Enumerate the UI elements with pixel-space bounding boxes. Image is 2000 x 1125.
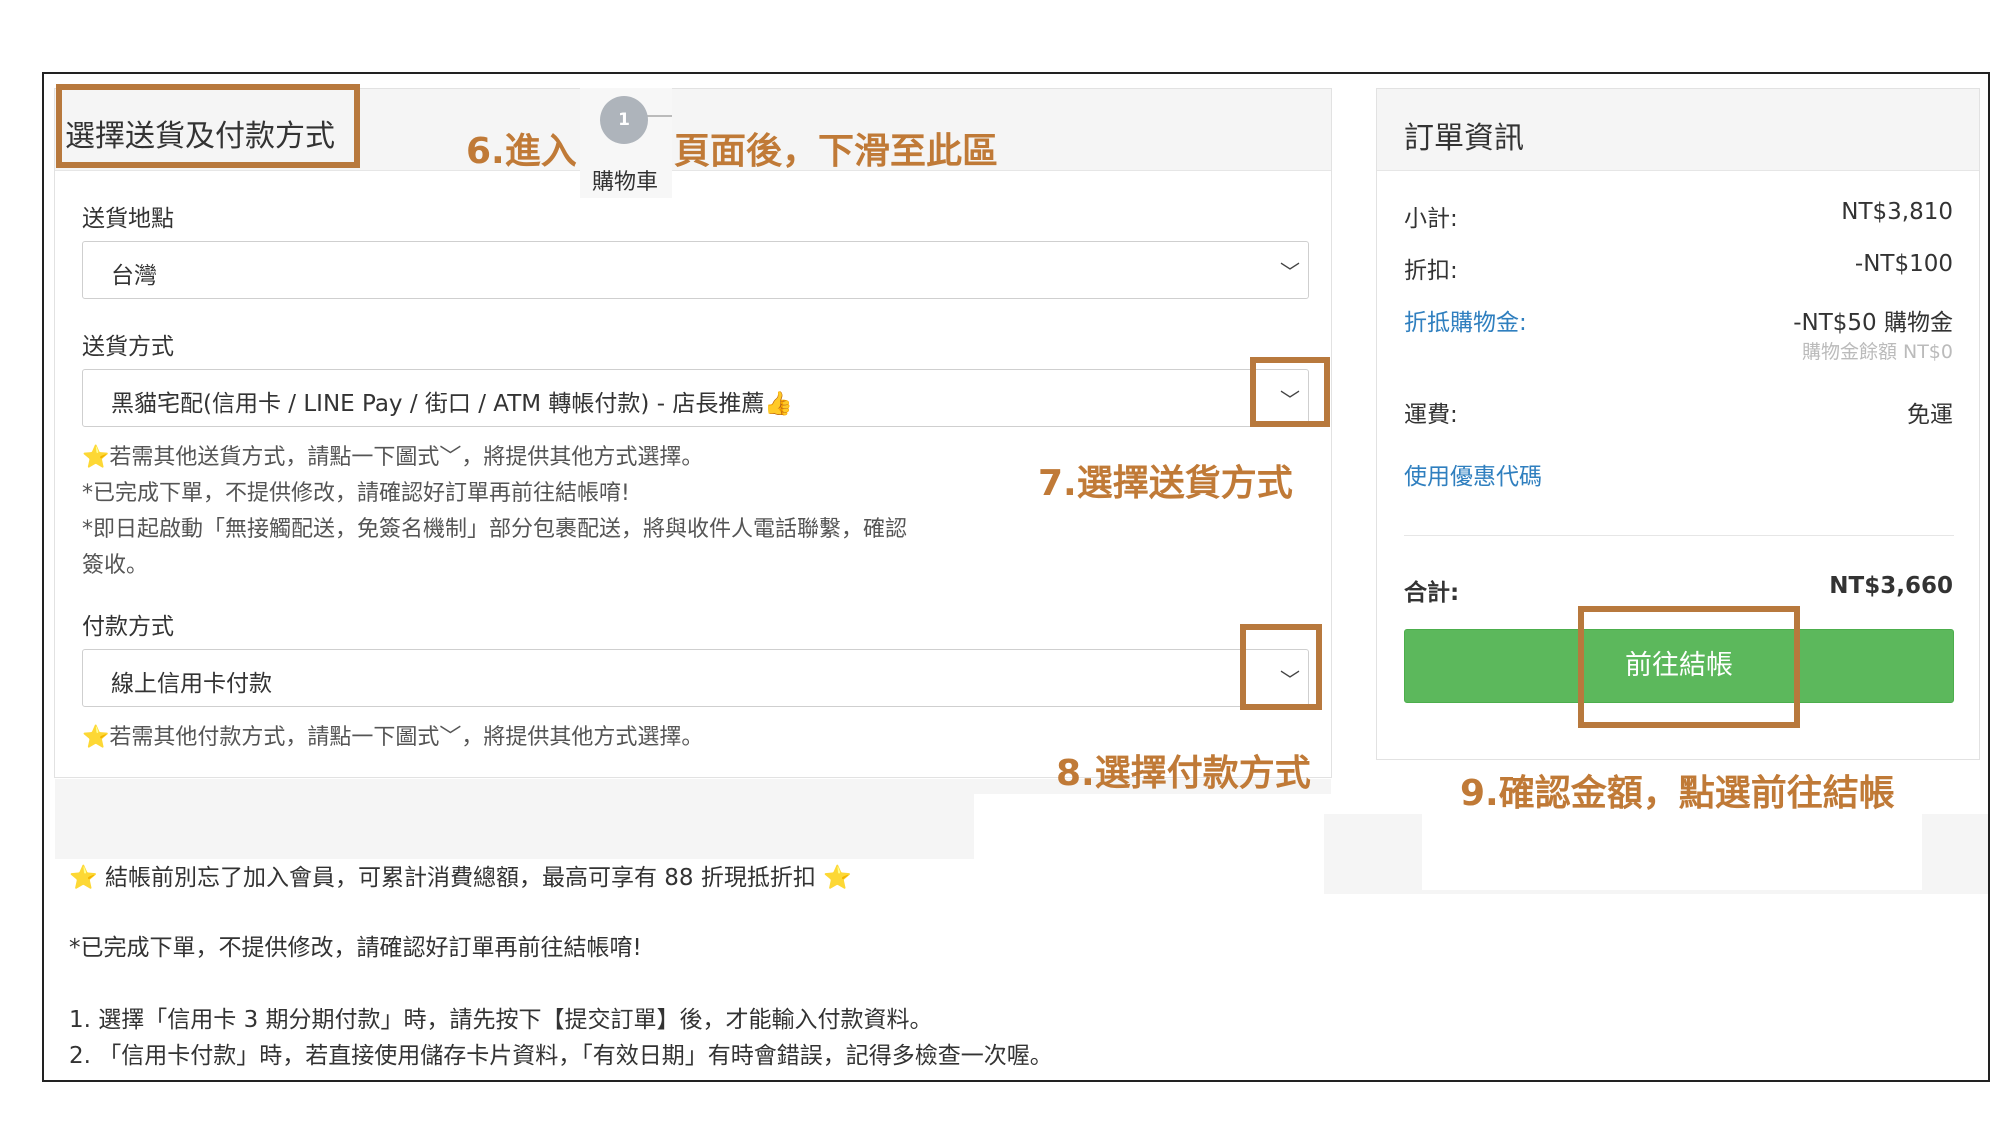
annotation-step8: 8.選擇付款方式: [1056, 753, 1311, 794]
shipping-location-select[interactable]: 台灣 ﹀: [82, 241, 1309, 299]
payment-method-select[interactable]: 線上信用卡付款 ﹀: [82, 649, 1309, 707]
annotation-step7: 7.選擇送貨方式: [1038, 463, 1293, 504]
highlight-payment-dropdown: [1240, 624, 1322, 710]
order-summary-header: 訂單資訊: [1377, 89, 1979, 171]
shipping-method-label: 送貨方式: [82, 334, 174, 360]
annotation-backdrop: [974, 794, 1354, 904]
chevron-down-icon[interactable]: ﹀: [1280, 256, 1300, 285]
member-note: ⭐ 結帳前別忘了加入會員，可累計消費總額，最高可享有 88 折現抵折扣 ⭐: [69, 865, 852, 891]
confirm-note: *已完成下單，不提供修改，請確認好訂單再前往結帳唷!: [69, 935, 642, 961]
store-credit-value: -NT$50 購物金: [1793, 310, 1953, 336]
shipping-location-label: 送貨地點: [82, 206, 174, 232]
shipping-method-select[interactable]: 黑貓宅配(信用卡 / LINE Pay / 街口 / ATM 轉帳付款) - 店…: [82, 369, 1309, 427]
shipping-note: ⭐若需其他送貨方式，請點一下圖式﹀，將提供其他方式選擇。: [82, 445, 704, 470]
subtotal-value: NT$3,810: [1841, 199, 1953, 225]
discount-value: -NT$100: [1854, 251, 1953, 277]
shipping-location-value: 台灣: [111, 263, 157, 289]
highlight-shipping-dropdown: [1250, 357, 1330, 427]
coupon-code-link[interactable]: 使用優惠代碼: [1404, 457, 1542, 491]
total-value: NT$3,660: [1829, 573, 1953, 599]
payment-method-label: 付款方式: [82, 614, 174, 640]
shipping-fee-value: 免運: [1907, 402, 1953, 428]
store-credit-label[interactable]: 折抵購物金:: [1404, 303, 1527, 337]
subtotal-label: 小計:: [1404, 206, 1458, 232]
annotation-step9: 9.確認金額，點選前往結帳: [1460, 773, 1895, 814]
shipping-fee-label: 運費:: [1404, 402, 1458, 428]
page-frame: 選擇送貨及付款方式 送貨地點 台灣 ﹀ 送貨方式 黑貓宅配(信用卡 / LINE…: [42, 72, 1990, 1082]
shipping-method-value: 黑貓宅配(信用卡 / LINE Pay / 街口 / ATM 轉帳付款) - 店…: [111, 391, 793, 417]
annotation-step6-suffix: 頁面後，下滑至此區: [674, 131, 999, 172]
highlight-section-title: [56, 84, 360, 168]
store-credit-balance: 購物金餘額 NT$0: [1801, 341, 1953, 363]
shipping-payment-panel: 選擇送貨及付款方式 送貨地點 台灣 ﹀ 送貨方式 黑貓宅配(信用卡 / LINE…: [54, 88, 1332, 859]
payment-method-value: 線上信用卡付款: [111, 671, 272, 697]
annotation-step6-prefix: 6.進入: [466, 131, 577, 172]
summary-divider: [1404, 535, 1954, 536]
cart-step-number[interactable]: 1: [600, 96, 648, 144]
shipping-note: 簽收。: [82, 553, 149, 578]
total-label: 合計:: [1404, 580, 1460, 606]
bottom-note-item: 2. 「信用卡付款」時，若直接使用儲存卡片資料，「有效日期」有時會錯誤，記得多檢…: [69, 1043, 1053, 1069]
shipping-note: *已完成下單，不提供修改，請確認好訂單再前往結帳唷!: [82, 481, 630, 506]
shipping-note: *即日起啟動「無接觸配送，免簽名機制」部分包裹配送，將與收件人電話聯繫，確認: [82, 517, 908, 542]
cart-step-label[interactable]: 購物車: [590, 164, 660, 196]
payment-note: ⭐若需其他付款方式，請點一下圖式﹀，將提供其他方式選擇。: [82, 725, 704, 750]
order-summary-title: 訂單資訊: [1404, 121, 1524, 156]
bottom-note-item: 1. 選擇「信用卡 3 期分期付款」時，請先按下【提交訂單】後，才能輸入付款資料…: [69, 1007, 933, 1033]
discount-label: 折扣:: [1404, 258, 1458, 284]
highlight-checkout-button: [1578, 606, 1800, 728]
